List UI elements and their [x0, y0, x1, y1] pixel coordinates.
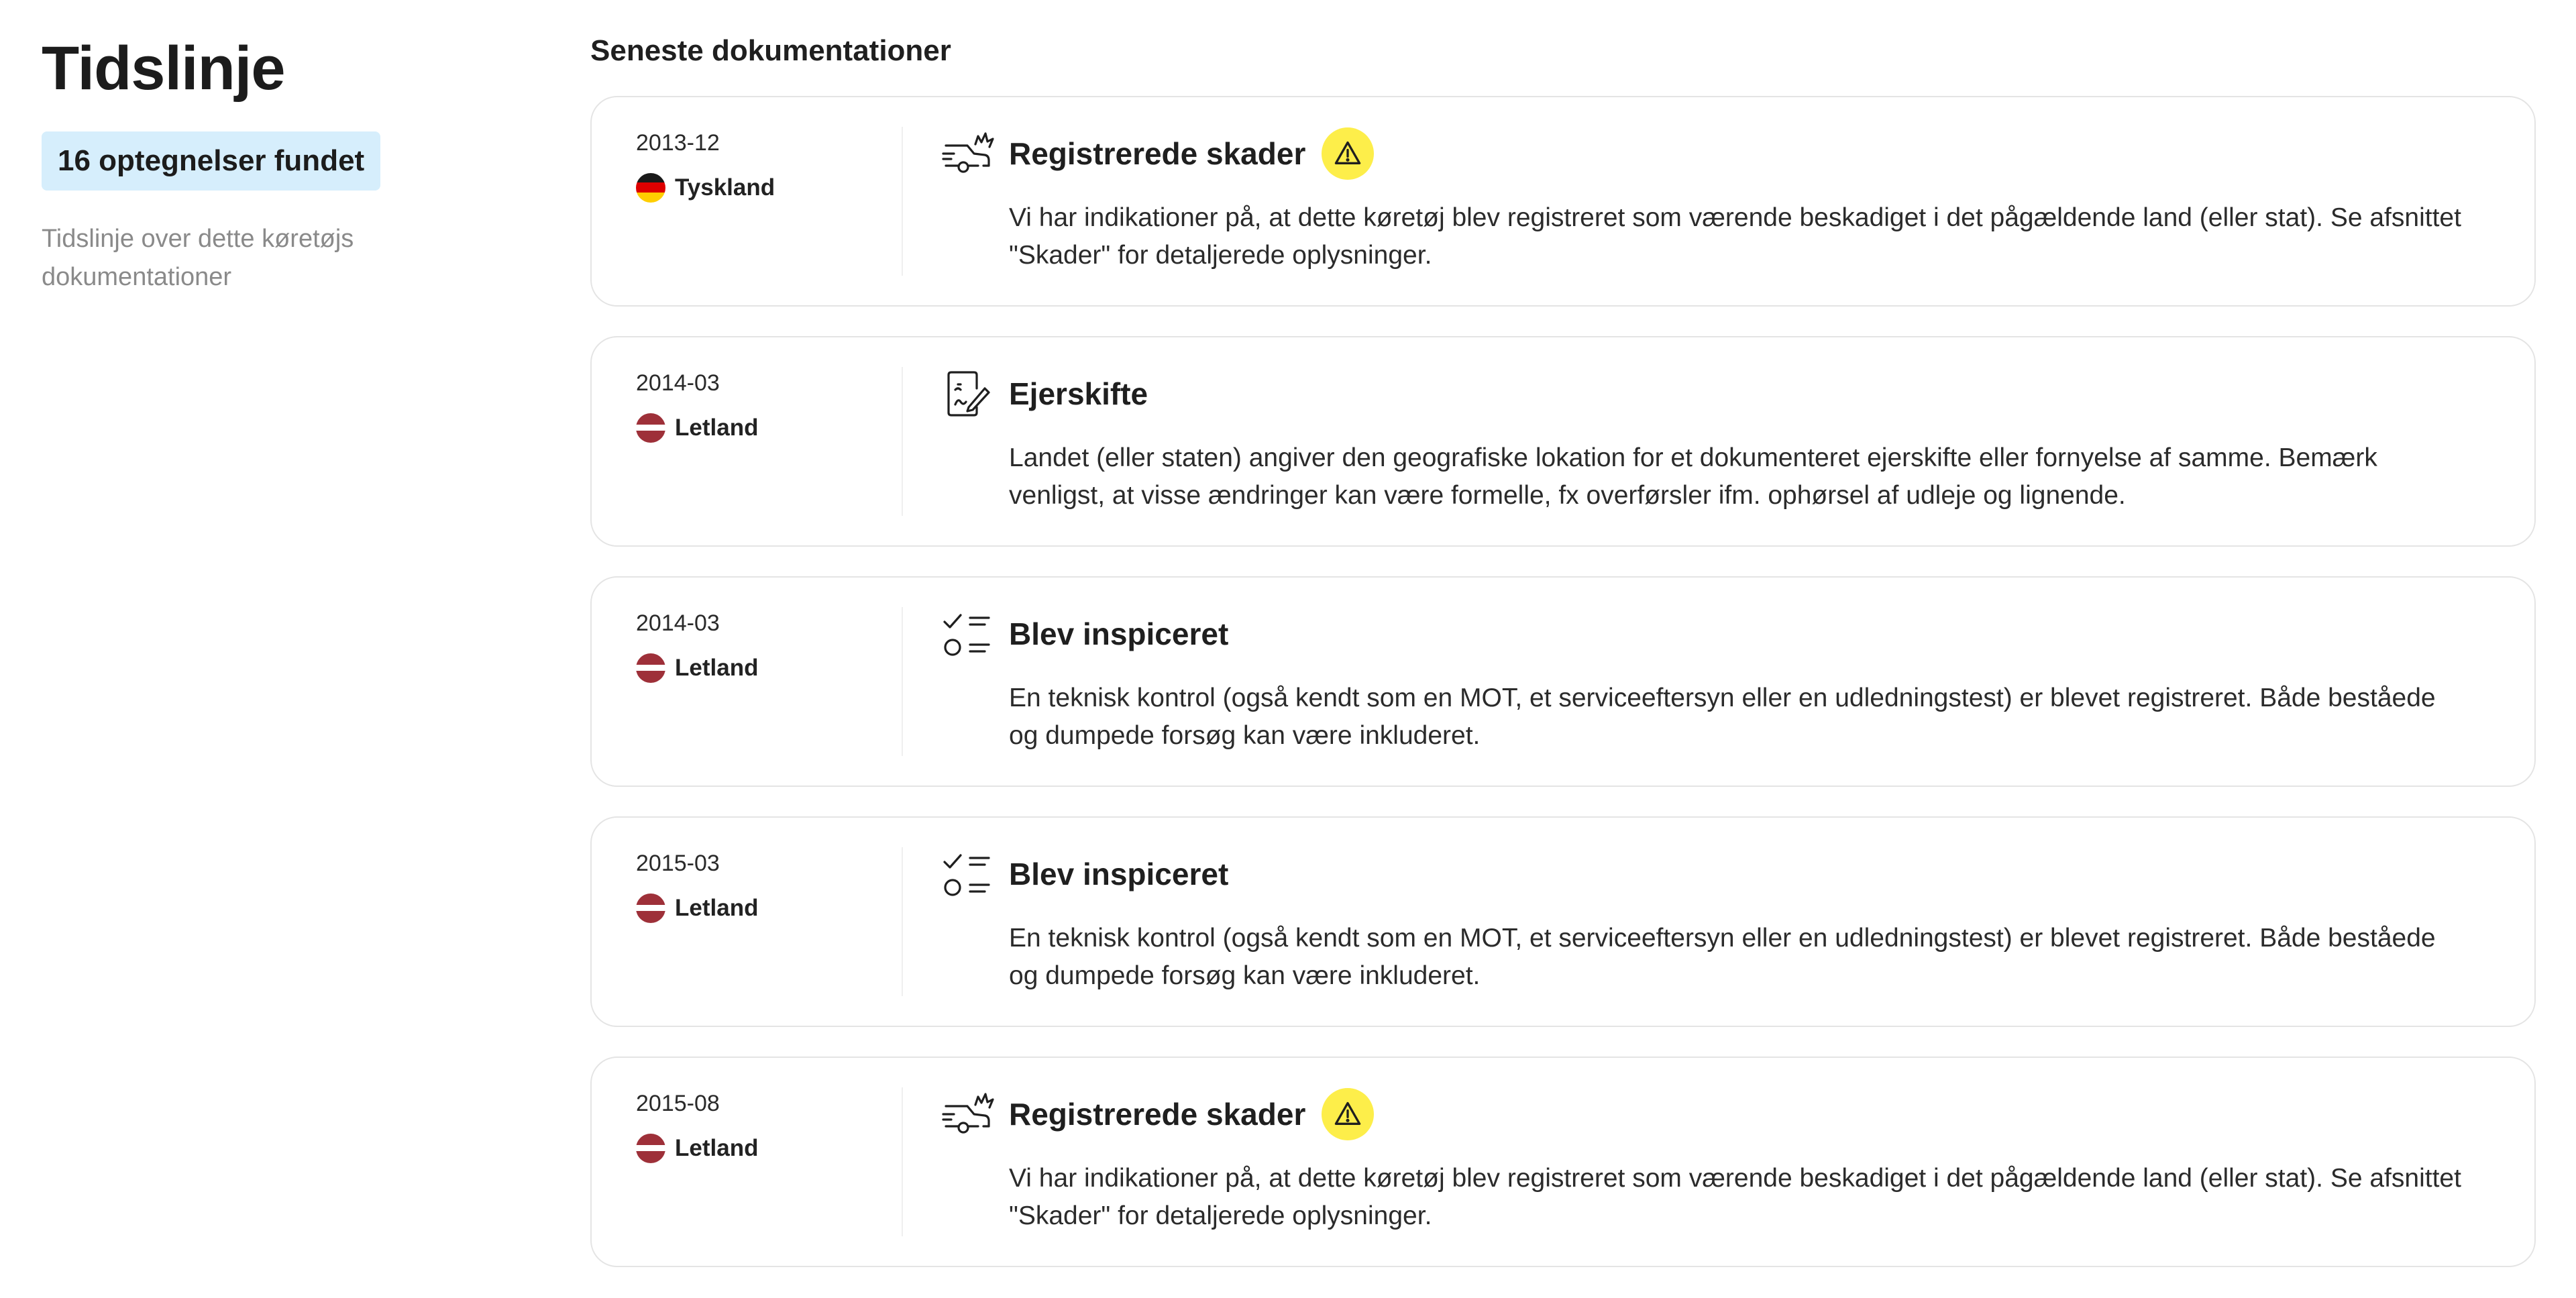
latvia-flag-icon [636, 653, 665, 683]
record-body: Registrerede skader Vi har indikationer p… [1009, 1087, 2467, 1236]
record-divider [902, 1087, 903, 1236]
record-country: Letland [636, 413, 877, 443]
record-description: Vi har indikationer på, at dette køretøj… [1009, 203, 2461, 270]
timeline-record-card: 2014-03 Letland Ejerskifte Landet (eller st… [590, 335, 2536, 547]
record-title: Ejerskifte [1009, 376, 1148, 411]
record-divider [902, 847, 903, 996]
sidebar-description: Tidslinje over dette køretøjs dokumentat… [42, 224, 354, 291]
record-country-name: Letland [675, 894, 759, 921]
record-heading: Registrerede skader [1009, 127, 2467, 180]
latvia-flag-icon [636, 413, 665, 443]
latvia-flag-icon [636, 1133, 665, 1163]
record-heading: Registrerede skader [1009, 1087, 2467, 1141]
record-date: 2013-12 [636, 129, 720, 156]
record-date: 2015-08 [636, 1090, 720, 1116]
record-country: Letland [636, 653, 877, 683]
record-country-name: Letland [675, 654, 759, 681]
record-country: Letland [636, 1133, 877, 1163]
record-country-name: Tyskland [675, 174, 775, 201]
timeline-records: 2013-12 Tyskland Registrerede skader Vi har… [590, 95, 2536, 1267]
crash-car-icon [941, 1087, 994, 1141]
timeline-record-card: 2015-08 Letland Registrerede skader Vi har … [590, 1056, 2536, 1267]
record-description: Landet (eller staten) angiver den geogra… [1009, 443, 2377, 510]
timeline-record-card: 2015-03 Letland Blev inspiceret En teknisk … [590, 816, 2536, 1027]
record-meta: 2014-03 Letland [636, 610, 877, 683]
checklist-icon [941, 607, 994, 661]
record-body: Blev inspiceret En teknisk kontrol (også … [1009, 618, 2467, 755]
record-country: Letland [636, 893, 877, 923]
record-country: Tyskland [636, 172, 877, 203]
record-heading: Ejerskifte [1009, 367, 2467, 421]
record-heading: Blev inspiceret [1009, 847, 2467, 901]
record-country-name: Letland [675, 414, 759, 441]
section-title: Seneste dokumentationer [590, 34, 951, 67]
page: Tidslinje 16 optegnelser fundet Tidslinj… [0, 0, 2576, 1298]
warning-icon [1322, 127, 1375, 180]
record-title: Blev inspiceret [1009, 616, 1229, 651]
record-title: Registrerede skader [1009, 136, 1306, 171]
record-date: 2014-03 [636, 370, 720, 396]
page-title: Tidslinje [42, 34, 286, 103]
record-divider [902, 366, 903, 516]
record-meta: 2015-03 Letland [636, 850, 877, 923]
record-heading: Blev inspiceret [1009, 607, 2467, 661]
record-description: Vi har indikationer på, at dette køretøj… [1009, 1163, 2461, 1231]
record-divider [902, 126, 903, 276]
latvia-flag-icon [636, 893, 665, 923]
record-country-name: Letland [675, 1134, 759, 1161]
record-date: 2015-03 [636, 850, 720, 876]
records-count-badge: 16 optegnelser fundet [42, 131, 381, 191]
checklist-icon [941, 847, 994, 901]
germany-flag-icon [636, 172, 665, 203]
timeline-record-card: 2013-12 Tyskland Registrerede skader Vi har… [590, 95, 2536, 307]
crash-car-icon [941, 127, 994, 180]
record-description: En teknisk kontrol (også kendt som en MO… [1009, 683, 2436, 751]
record-body: Ejerskifte Landet (eller staten) angiver … [1009, 378, 2467, 515]
record-date: 2014-03 [636, 610, 720, 636]
record-body: Blev inspiceret En teknisk kontrol (også … [1009, 858, 2467, 995]
record-meta: 2015-08 Letland [636, 1090, 877, 1163]
record-body: Registrerede skader Vi har indikationer p… [1009, 127, 2467, 275]
record-title: Blev inspiceret [1009, 856, 1229, 891]
sidebar: Tidslinje 16 optegnelser fundet Tidslinj… [42, 34, 471, 296]
warning-icon [1322, 1087, 1375, 1140]
record-description: En teknisk kontrol (også kendt som en MO… [1009, 923, 2436, 991]
record-meta: 2014-03 Letland [636, 370, 877, 443]
timeline-main: Seneste dokumentationer 2013-12 Tyskland R… [590, 34, 2536, 1297]
timeline-record-card: 2014-03 Letland Blev inspiceret En teknisk … [590, 576, 2536, 787]
record-divider [902, 606, 903, 756]
ownership-document-icon [941, 367, 994, 421]
record-title: Registrerede skader [1009, 1096, 1306, 1132]
record-meta: 2013-12 Tyskland [636, 129, 877, 203]
